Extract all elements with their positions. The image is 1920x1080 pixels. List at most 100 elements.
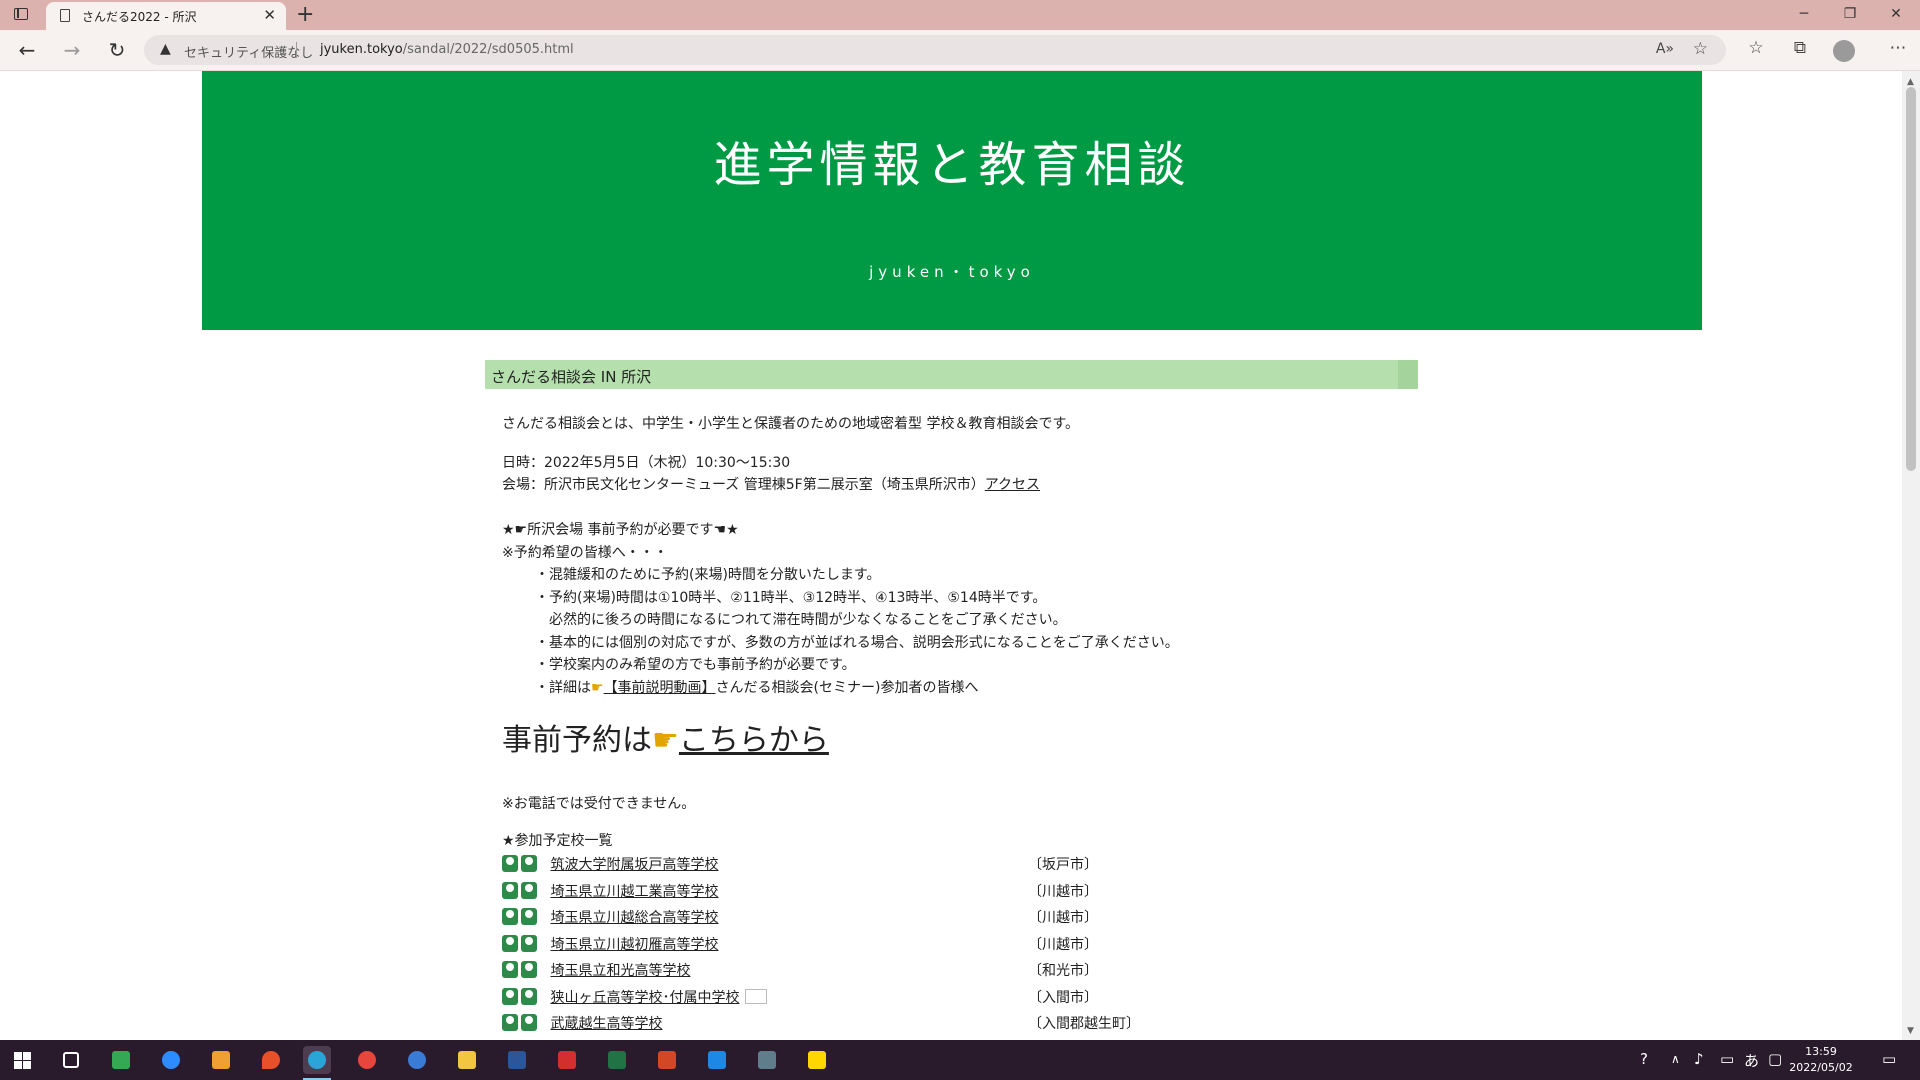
reserve-link[interactable]: こちらから — [679, 723, 829, 758]
school-row: 埼玉県立川越工業高等学校 〔川越市〕 — [502, 881, 1098, 901]
add-favorite-icon[interactable]: ☆ — [1693, 39, 1708, 59]
zoom-icon[interactable] — [157, 1046, 185, 1074]
bullet-1: ・混雑緩和のために予約(来場)時間を分散いたします。 — [535, 567, 881, 583]
help-icon[interactable]: ? — [1640, 1050, 1648, 1068]
phone-note: ※お電話では受付できません。 — [502, 796, 696, 812]
page-viewport: 進学情報と教育相談 jyuken・tokyo さんだる相談会 IN 所沢 さんだ… — [0, 71, 1902, 1040]
forward-arrow-icon[interactable]: → — [57, 36, 87, 64]
site-header: 進学情報と教育相談 jyuken・tokyo — [202, 71, 1702, 330]
address-bar[interactable]: ▲ セキュリティ保護なし jyuken.tokyo/sandal/2022/sd… — [144, 35, 1726, 65]
cloud-app-icon[interactable] — [403, 1046, 431, 1074]
school-city: 〔和光市〕 — [1028, 963, 1098, 979]
pointing-hand-icon: ☛ — [591, 680, 604, 696]
school-link[interactable]: 狭山ヶ丘高等学校･付属中学校 — [550, 990, 739, 1006]
task-view-icon[interactable] — [57, 1046, 85, 1074]
collections-icon[interactable]: ⧉ — [1787, 38, 1813, 58]
school-city: 〔川越市〕 — [1028, 884, 1098, 900]
ime-mode-icon[interactable]: ▢ — [1768, 1050, 1782, 1068]
excel-icon[interactable] — [603, 1046, 631, 1074]
more-menu-icon[interactable]: ⋯ — [1885, 38, 1911, 58]
school-link[interactable]: 武蔵越生高等学校 — [550, 1016, 662, 1032]
red-app-icon[interactable] — [553, 1046, 581, 1074]
read-aloud-icon[interactable]: A» — [1656, 41, 1674, 57]
new-tab-icon[interactable]: + — [296, 2, 314, 28]
map-pin-icon[interactable] — [257, 1046, 285, 1074]
sticky-notes-icon[interactable] — [803, 1046, 831, 1074]
schools-heading: ★参加予定校一覧 — [502, 833, 613, 849]
section-header-end — [1398, 360, 1418, 389]
student-icon — [521, 1014, 537, 1031]
clock-time: 13:59 — [1805, 1045, 1837, 1058]
details-suffix: さんだる相談会(セミナー)参加者の皆様へ — [715, 680, 979, 696]
page-scrollbar[interactable]: ▲ ▼ — [1902, 71, 1920, 1040]
media-player-icon[interactable] — [207, 1046, 235, 1074]
warning-icon[interactable]: ▲ — [160, 41, 171, 57]
calculator-icon[interactable] — [753, 1046, 781, 1074]
reserve-cta-prefix: 事前予約は — [502, 723, 652, 758]
edge-browser-icon[interactable] — [303, 1046, 331, 1080]
photos-icon[interactable] — [703, 1046, 731, 1074]
school-link[interactable]: 埼玉県立川越工業高等学校 — [550, 884, 718, 900]
volume-icon[interactable]: ♪ — [1694, 1050, 1704, 1068]
pamphlet-icon — [745, 989, 768, 1004]
school-row: 狭山ヶ丘高等学校･付属中学校 〔入間市〕 — [502, 987, 1098, 1007]
details-prefix: ・詳細は — [535, 680, 591, 696]
minimize-icon[interactable]: ─ — [1784, 4, 1824, 24]
system-clock[interactable]: 13:59 2022/05/02 — [1785, 1044, 1857, 1076]
tab-close-icon[interactable]: ✕ — [263, 6, 276, 24]
favorites-icon[interactable]: ☆ — [1743, 38, 1769, 58]
window-close-icon[interactable]: ✕ — [1876, 4, 1916, 24]
school-row: 武蔵越生高等学校 〔入間郡越生町〕 — [502, 1013, 1140, 1033]
security-label[interactable]: セキュリティ保護なし — [184, 42, 313, 61]
restore-icon[interactable]: ❐ — [1830, 4, 1870, 24]
profile-avatar[interactable] — [1833, 40, 1855, 62]
back-arrow-icon[interactable]: ← — [12, 36, 42, 64]
network-icon[interactable]: ▭ — [1720, 1050, 1734, 1068]
scroll-thumb[interactable] — [1906, 87, 1916, 471]
bullet-5: ・学校案内のみ希望の方でも事前予約が必要です。 — [535, 657, 856, 673]
student-icon — [502, 882, 518, 899]
school-city: 〔川越市〕 — [1028, 910, 1098, 926]
scroll-up-icon[interactable]: ▲ — [1907, 77, 1914, 87]
powerpoint-icon[interactable] — [653, 1046, 681, 1074]
tab-title: さんだる2022 - 所沢 — [82, 10, 197, 24]
bullet-2: ・予約(来場)時間は①10時半、②11時半、③12時半、④13時半、⑤14時半で… — [535, 590, 1047, 606]
tab-active[interactable]: さんだる2022 - 所沢 ✕ — [46, 2, 286, 30]
school-row: 埼玉県立川越総合高等学校 〔川越市〕 — [502, 907, 1098, 927]
student-icon — [521, 935, 537, 952]
venue-line: 会場：所沢市民文化センターミューズ 管理棟5F第二展示室（埼玉県所沢市）アクセス — [502, 474, 1040, 494]
school-link[interactable]: 筑波大学附属坂戸高等学校 — [550, 857, 718, 873]
ime-indicator[interactable]: あ — [1744, 1050, 1759, 1071]
chrome-icon[interactable] — [353, 1046, 381, 1074]
details-video-link[interactable]: 【事前説明動画】 — [604, 680, 716, 696]
section-header: さんだる相談会 IN 所沢 — [485, 360, 1418, 389]
bullet-3: 必然的に後ろの時間になるにつれて滞在時間が少なくなることをご了承ください。 — [535, 612, 1067, 628]
site-subtitle: jyuken・tokyo — [869, 263, 1035, 281]
notifications-icon[interactable]: ▭ — [1882, 1050, 1896, 1068]
scroll-down-icon[interactable]: ▼ — [1907, 1026, 1914, 1036]
word-icon[interactable] — [503, 1046, 531, 1074]
school-city: 〔川越市〕 — [1028, 937, 1098, 953]
section-title: さんだる相談会 IN 所沢 — [491, 368, 652, 386]
address-divider — [296, 42, 297, 58]
venue-text: 会場：所沢市民文化センターミューズ 管理棟5F第二展示室（埼玉県所沢市） — [502, 477, 985, 493]
site-title: 進学情報と教育相談 — [713, 137, 1191, 193]
access-link[interactable]: アクセス — [985, 477, 1040, 493]
refresh-icon[interactable]: ↻ — [102, 36, 132, 64]
school-link[interactable]: 埼玉県立川越初雁高等学校 — [550, 937, 718, 953]
student-icon — [521, 988, 537, 1005]
school-link[interactable]: 埼玉県立和光高等学校 — [550, 963, 690, 979]
url-text[interactable]: jyuken.tokyo/sandal/2022/sd0505.html — [320, 42, 574, 57]
school-row: 埼玉県立和光高等学校 〔和光市〕 — [502, 960, 1098, 980]
reservation-note: ※予約希望の皆様へ・・・ — [502, 545, 668, 561]
chevron-up-icon[interactable]: ∧ — [1671, 1052, 1680, 1066]
windows-start-icon[interactable] — [14, 1052, 31, 1069]
reservation-heading: ★☛所沢会場 事前予約が必要です☚★ — [502, 522, 739, 538]
google-drive-icon[interactable] — [107, 1046, 135, 1074]
student-icon — [521, 855, 537, 872]
school-row: 埼玉県立川越初雁高等学校 〔川越市〕 — [502, 934, 1098, 954]
school-row: 筑波大学附属坂戸高等学校 〔坂戸市〕 — [502, 854, 1098, 874]
tab-actions-icon[interactable] — [14, 8, 28, 20]
school-link[interactable]: 埼玉県立川越総合高等学校 — [550, 910, 718, 926]
file-explorer-icon[interactable] — [453, 1046, 481, 1074]
